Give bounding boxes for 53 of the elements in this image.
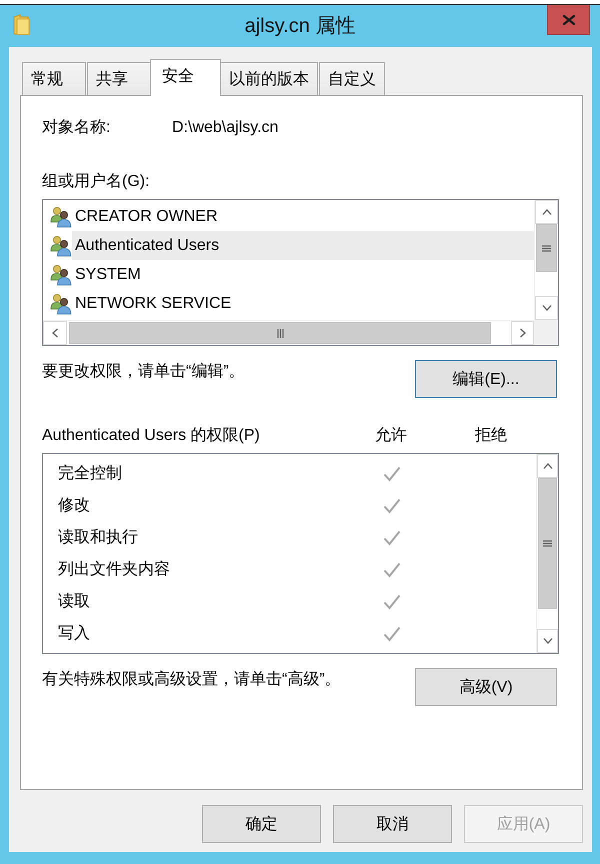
scroll-down-button[interactable] — [535, 296, 558, 320]
permissions-title: Authenticated Users 的权限(P) — [42, 426, 260, 446]
group-list-label: 组或用户名(G): — [42, 172, 150, 192]
column-header: 允许 — [375, 426, 407, 446]
group-list-item[interactable]: CREATOR OWNER — [72, 202, 534, 231]
close-button[interactable] — [547, 5, 590, 35]
users-icon — [50, 292, 72, 314]
scrollbar-thumb[interactable] — [536, 224, 557, 272]
tab[interactable]: 共享 — [87, 62, 151, 95]
grip-icon — [542, 244, 551, 252]
object-name-label: 对象名称: — [42, 118, 112, 138]
permission-name: 列出文件夹内容 — [58, 560, 170, 580]
permission-name: 完全控制 — [58, 464, 122, 484]
edit-hint-text: 要更改权限，请单击“编辑”。 — [42, 362, 245, 382]
chevron-up-icon — [542, 209, 552, 215]
permission-name: 读取和执行 — [58, 528, 138, 548]
dialog-button[interactable]: 取消 — [333, 805, 452, 843]
permission-name: 读取 — [58, 592, 90, 612]
dialog-button[interactable]: 确定 — [202, 805, 321, 843]
scrollbar-thumb[interactable] — [538, 478, 557, 609]
object-name-value: D:\web\ajlsy.cn — [172, 118, 278, 138]
tab[interactable]: 自定义 — [319, 62, 385, 95]
advanced-hint-text: 有关特殊权限或高级设置，请单击“高级”。 — [42, 670, 341, 690]
window-title: ajlsy.cn 属性 — [244, 14, 356, 39]
scroll-down-button[interactable] — [537, 629, 558, 653]
advanced-button[interactable]: 高级(V) — [415, 668, 557, 706]
scrollbar-thumb[interactable] — [69, 322, 491, 344]
users-icon — [50, 206, 72, 228]
grip-icon — [276, 328, 284, 338]
tab[interactable]: 安全 — [150, 59, 221, 96]
chevron-up-icon — [542, 463, 552, 469]
chevron-right-icon — [520, 328, 526, 338]
edit-button[interactable]: 编辑(E)... — [415, 360, 557, 398]
group-list-item[interactable]: NETWORK SERVICE — [72, 289, 534, 318]
chevron-down-icon — [542, 638, 552, 644]
scroll-up-button[interactable] — [537, 454, 558, 478]
group-list-item[interactable]: SYSTEM — [72, 260, 534, 289]
scroll-up-button[interactable] — [535, 200, 558, 224]
chevron-left-icon — [52, 328, 58, 338]
scroll-right-button[interactable] — [511, 321, 534, 345]
scroll-left-button[interactable] — [43, 321, 67, 345]
column-header: 拒绝 — [475, 426, 507, 446]
tab[interactable]: 常规 — [22, 62, 86, 95]
grip-icon — [543, 540, 552, 547]
permission-name: 写入 — [58, 624, 90, 644]
users-icon — [50, 234, 72, 256]
chevron-down-icon — [542, 305, 552, 311]
group-list-item[interactable]: Authenticated Users — [72, 231, 534, 260]
permission-name: 修改 — [58, 496, 90, 516]
folder-icon — [13, 14, 30, 35]
tab[interactable]: 以前的版本 — [220, 62, 318, 95]
users-icon — [50, 264, 72, 286]
close-icon — [562, 14, 574, 24]
